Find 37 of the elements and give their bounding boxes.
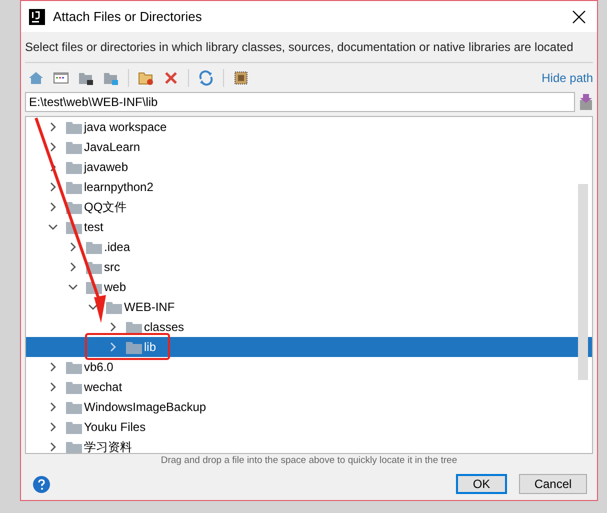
ok-button[interactable]: OK (456, 474, 507, 494)
tree-row[interactable]: java workspace (26, 117, 592, 137)
tree-row[interactable]: JavaLearn (26, 137, 592, 157)
folder-label: JavaLearn (84, 140, 140, 154)
tree-row[interactable]: learnpython2 (26, 177, 592, 197)
folder-label: classes (144, 320, 184, 334)
tree-row[interactable]: 学习资料 (26, 437, 592, 453)
folder-label: lib (144, 340, 156, 354)
folder-label: vb6.0 (84, 360, 114, 374)
folder-label: QQ文件 (84, 198, 127, 216)
window-title: Attach Files or Directories (53, 9, 203, 24)
tree-row[interactable]: Youku Files (26, 417, 592, 437)
tree-row[interactable]: javaweb (26, 157, 592, 177)
folder-label: WindowsImageBackup (84, 400, 206, 414)
tree-row[interactable]: .idea (26, 237, 592, 257)
folder-label: web (104, 280, 126, 294)
hint-text: Drag and drop a file into the space above to quickly locate it in the tree (160, 454, 458, 466)
folder-label: wechat (84, 380, 122, 394)
tree-row[interactable]: WEB-INF (26, 297, 592, 317)
folder-label: javaweb (84, 160, 128, 174)
tree-row[interactable]: lib (26, 337, 592, 357)
cancel-button[interactable]: Cancel (519, 474, 587, 494)
folder-label: Youku Files (84, 420, 146, 434)
tree-row[interactable]: WindowsImageBackup (26, 397, 592, 417)
tree-row[interactable]: classes (26, 317, 592, 337)
folder-label: java workspace (84, 120, 167, 134)
description-text: Select files or directories in which library classes, sources, documentation or native libraries are located (25, 40, 574, 55)
folder-label: src (104, 260, 120, 274)
tree-row[interactable]: wechat (26, 377, 592, 397)
path-field[interactable]: E:\test\web\WEB-INF\lib (25, 92, 575, 112)
folder-label: .idea (104, 240, 130, 254)
folder-label: learnpython2 (84, 180, 154, 194)
folder-label: test (84, 220, 104, 234)
hide-path-link[interactable]: Hide path (542, 71, 593, 85)
folder-label: 学习资料 (84, 438, 132, 453)
tree-row[interactable]: vb6.0 (26, 357, 592, 377)
folder-label: WEB-INF (124, 300, 175, 314)
